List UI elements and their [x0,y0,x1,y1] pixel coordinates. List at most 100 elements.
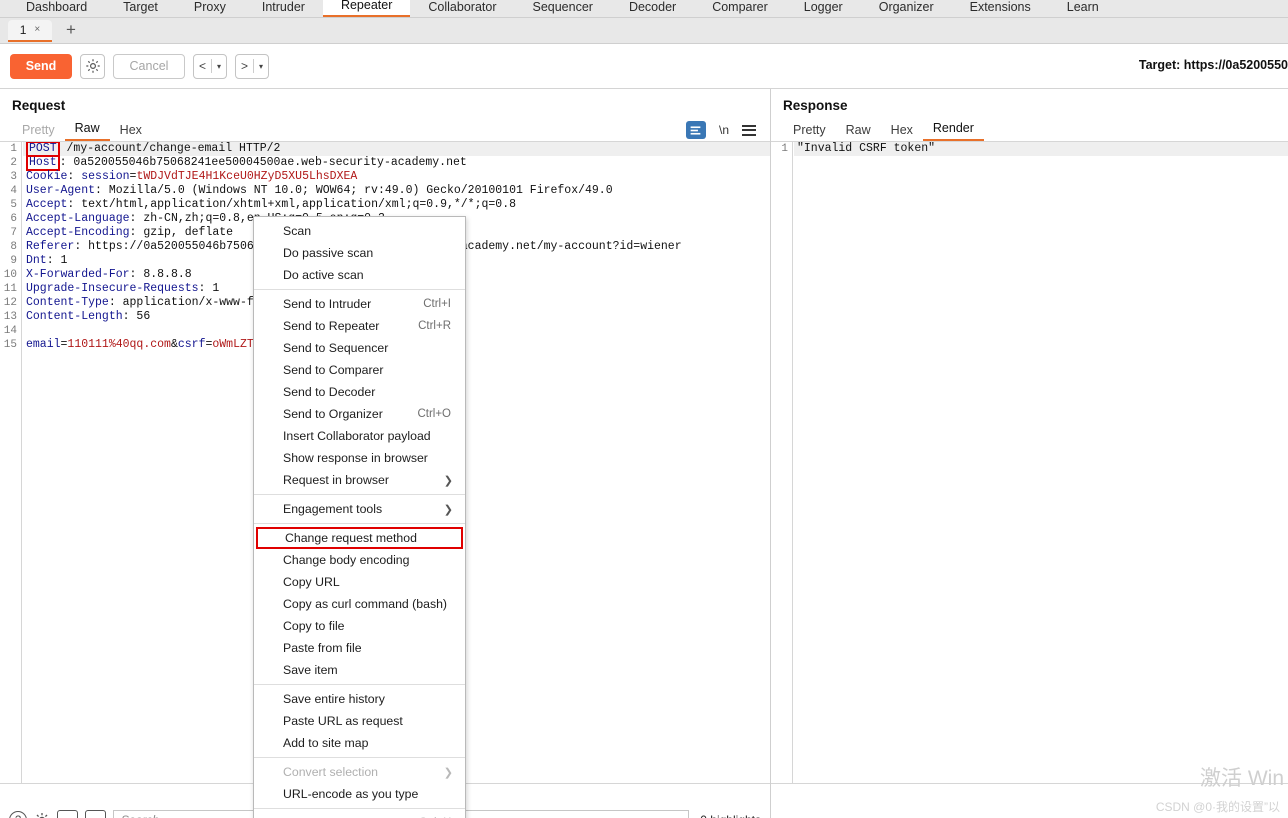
menu-item-save-entire-history[interactable]: Save entire history [254,688,465,710]
send-options-gear-icon[interactable] [80,53,105,79]
code-token: & [170,338,178,351]
code-line[interactable]: User-Agent: Mozilla/5.0 (Windows NT 10.0… [23,184,770,198]
code-token: : [67,170,82,183]
response-tab-hex[interactable]: Hex [881,122,923,141]
repeater-tab-label: 1 [19,22,27,37]
line-number: 10 [3,269,17,281]
response-code[interactable]: "Invalid CSRF token" [794,142,1288,156]
main-tab-target[interactable]: Target [105,0,176,17]
menu-item-change-request-method[interactable]: Change request method [256,527,463,549]
code-token: : 8.8.8.8 [129,268,192,281]
chevron-down-icon[interactable]: ▾ [259,62,263,71]
request-pane-title: Request [12,98,66,113]
close-icon[interactable]: × [34,24,40,35]
menu-item-scan[interactable]: Scan [254,220,465,242]
cancel-button[interactable]: Cancel [113,53,185,79]
menu-item-label: Request in browser [283,473,389,487]
newline-toggle[interactable]: \n [719,123,729,137]
code-line[interactable]: Cookie: session=tWDJVdTJE4H1KceU0HZyD5XU… [23,170,770,184]
main-tab-intruder[interactable]: Intruder [244,0,323,17]
menu-item-paste-from-file[interactable]: Paste from file [254,637,465,659]
menu-item-url-encode-as-you-type[interactable]: URL-encode as you type [254,783,465,805]
main-tab-extensions[interactable]: Extensions [952,0,1049,17]
code-token: X-Forwarded-For [26,268,130,281]
code-token: Accept [26,198,68,211]
menu-item-send-to-intruder[interactable]: Send to Intruder Ctrl+I [254,293,465,315]
menu-item-do-passive-scan[interactable]: Do passive scan [254,242,465,264]
menu-item-copy-as-curl-command-bash[interactable]: Copy as curl command (bash) [254,593,465,615]
request-tab-hex[interactable]: Hex [110,122,152,141]
menu-item-label: Send to Intruder [283,297,372,311]
menu-item-insert-collaborator-payload[interactable]: Insert Collaborator payload [254,425,465,447]
main-tab-proxy[interactable]: Proxy [176,0,244,17]
menu-item-send-to-repeater[interactable]: Send to Repeater Ctrl+R [254,315,465,337]
wrap-lines-icon[interactable] [685,121,706,139]
menu-item-save-item[interactable]: Save item [254,659,465,681]
menu-item-send-to-organizer[interactable]: Send to Organizer Ctrl+O [254,403,465,425]
add-tab-button[interactable]: + [66,21,76,40]
code-token: 110111%40qq.com [67,338,171,351]
menu-item-send-to-decoder[interactable]: Send to Decoder [254,381,465,403]
menu-item-change-body-encoding[interactable]: Change body encoding [254,549,465,571]
prev-request-button[interactable]: < ▾ [193,53,228,79]
menu-item-label: Paste from file [283,641,362,655]
menu-item-label: Insert Collaborator payload [283,429,431,443]
next-request-button[interactable]: > ▾ [235,53,270,79]
code-line[interactable]: "Invalid CSRF token" [794,142,1288,156]
main-tab-dashboard[interactable]: Dashboard [8,0,105,17]
line-number: 1 [10,143,17,155]
help-icon[interactable]: ? [9,811,27,818]
menu-item-copy-url[interactable]: Copy URL [254,571,465,593]
code-token: Upgrade-Insecure-Requests [26,282,199,295]
context-menu[interactable]: Scan Do passive scan Do active scan Send to… [253,216,466,818]
main-tab-repeater[interactable]: Repeater [322,0,411,17]
send-button[interactable]: Send [10,53,72,79]
code-token: Cookie [26,170,68,183]
request-tab-pretty[interactable]: Pretty [12,122,65,141]
menu-item-label: Send to Decoder [283,385,376,399]
response-tab-raw[interactable]: Raw [836,122,881,141]
line-number: 7 [10,227,17,239]
menu-item-send-to-comparer[interactable]: Send to Comparer [254,359,465,381]
menu-item-shortcut: Ctrl+O [417,408,451,420]
menu-item-do-active-scan[interactable]: Do active scan [254,264,465,286]
settings-gear-icon[interactable] [34,812,50,818]
menu-item-label: Send to Comparer [283,363,384,377]
search-back-button[interactable]: ← [57,809,78,818]
menu-item-add-to-site-map[interactable]: Add to site map [254,732,465,754]
repeater-tab-1[interactable]: 1 × [8,19,52,42]
code-token: Dnt [26,254,47,267]
code-token: Accept-Language [26,212,130,225]
menu-item-copy-to-file[interactable]: Copy to file [254,615,465,637]
main-tab-sequencer[interactable]: Sequencer [514,0,610,17]
request-tab-raw[interactable]: Raw [64,120,110,141]
menu-item-engagement-tools[interactable]: Engagement tools ❯ [254,498,465,520]
menu-item-label: Copy to file [283,619,345,633]
line-number: 1 [781,143,788,155]
search-forward-button[interactable]: → [85,809,106,818]
code-line[interactable]: Accept: text/html,application/xhtml+xml,… [23,198,770,212]
code-line[interactable]: Host: 0a520055046b75068241ee50004500ae.w… [23,155,770,171]
response-editor[interactable]: 1 "Invalid CSRF token" [771,141,1288,784]
main-tab-logger[interactable]: Logger [786,0,861,17]
request-view-tabs: Pretty Raw Hex \n [0,117,770,141]
main-tab-collaborator[interactable]: Collaborator [410,0,514,17]
menu-item-label: Change body encoding [283,553,410,567]
menu-item-paste-url-as-request[interactable]: Paste URL as request [254,710,465,732]
main-tab-decoder[interactable]: Decoder [611,0,694,17]
code-token: Content-Type [26,296,109,309]
main-tab-learn[interactable]: Learn [1049,0,1117,17]
chevron-down-icon[interactable]: ▾ [217,62,221,71]
menu-item-request-in-browser[interactable]: Request in browser ❯ [254,469,465,491]
code-line[interactable]: POST /my-account/change-email HTTP/2 [23,142,770,157]
menu-separator [254,523,465,524]
menu-item-label: Send to Sequencer [283,341,389,355]
response-tab-render[interactable]: Render [922,120,984,141]
menu-item-show-response-in-browser[interactable]: Show response in browser [254,447,465,469]
menu-item-send-to-sequencer[interactable]: Send to Sequencer [254,337,465,359]
response-tab-pretty[interactable]: Pretty [783,122,836,141]
hamburger-menu-icon[interactable] [742,124,756,136]
main-tab-comparer[interactable]: Comparer [694,0,786,17]
main-tab-organizer[interactable]: Organizer [861,0,952,17]
line-number: 15 [3,339,17,351]
